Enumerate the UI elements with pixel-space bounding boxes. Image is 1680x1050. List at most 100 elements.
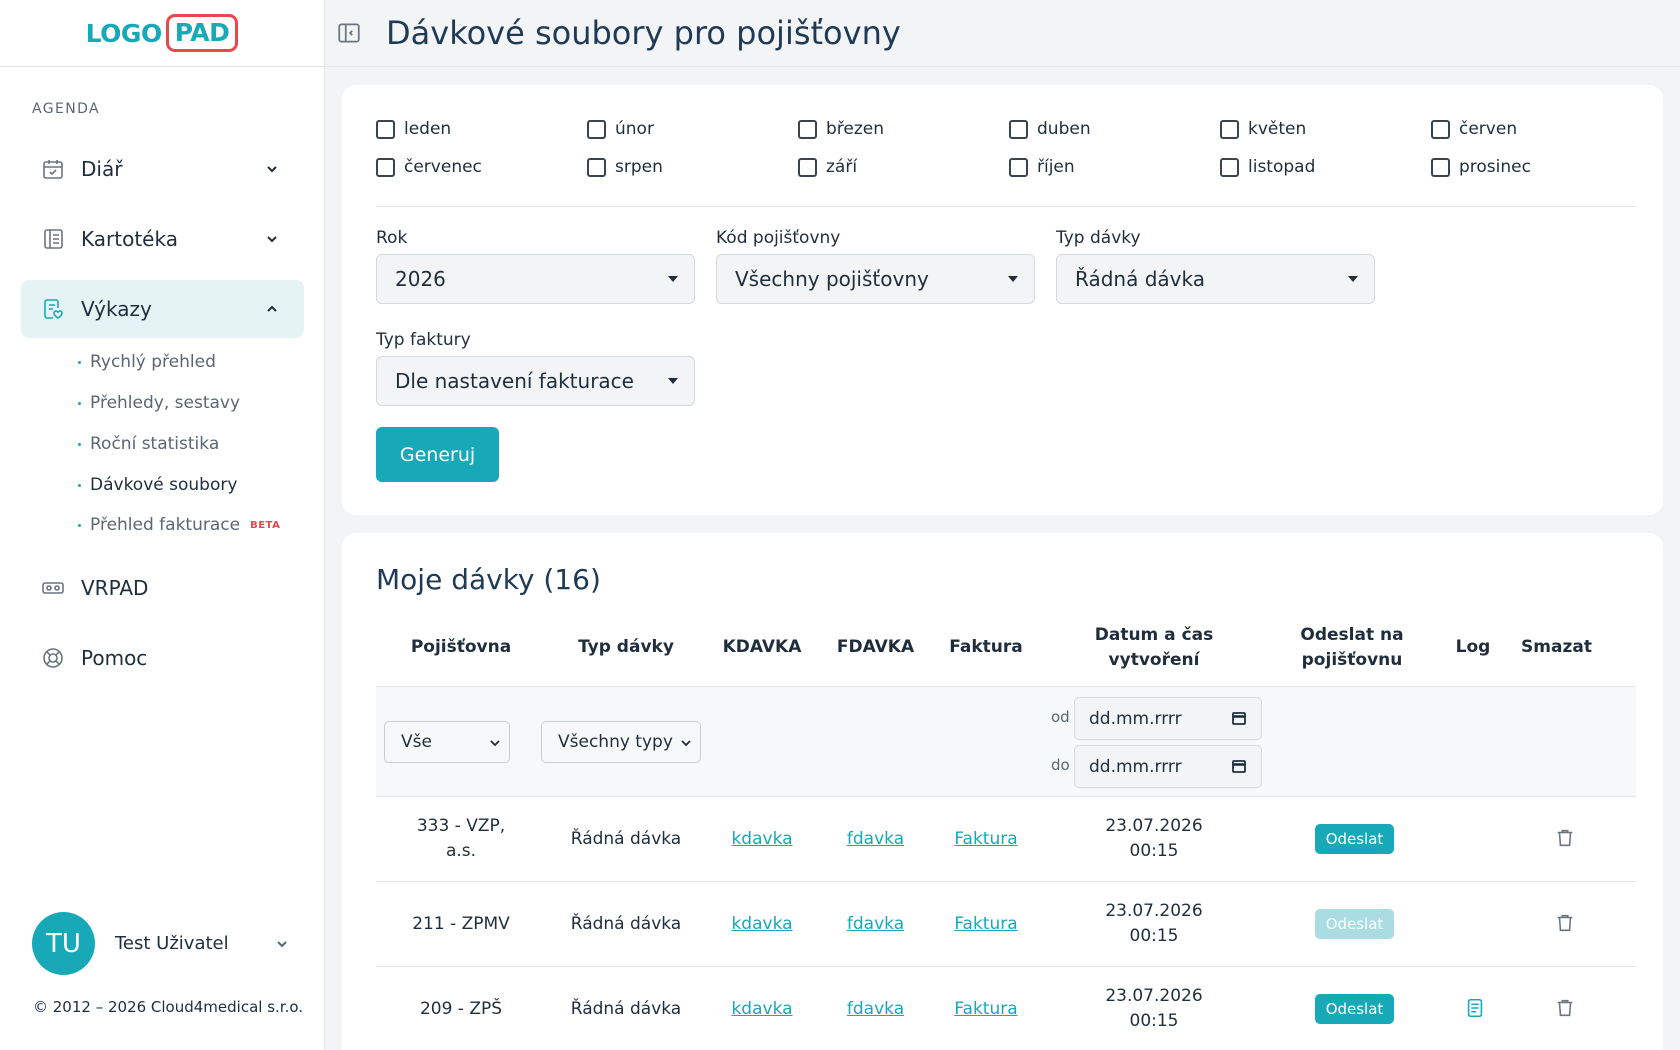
checkbox[interactable] <box>798 157 817 177</box>
month-label: červen <box>1459 119 1518 139</box>
sidebar-subitem-prehled-fakturace[interactable]: Přehled fakturace BETA <box>78 515 280 535</box>
invoice-type-select[interactable]: Dle nastavení fakturace <box>376 356 695 406</box>
checkbox[interactable] <box>1220 157 1239 177</box>
batch-type-select[interactable]: Řádná dávka <box>1056 254 1375 304</box>
caret-down-icon <box>1348 276 1358 282</box>
sidebar-subitem-rychly-prehled[interactable]: Rychlý přehled <box>78 352 216 372</box>
kdavka-link[interactable]: kdavka <box>731 914 792 934</box>
type-filter-select[interactable]: Všechny typy <box>541 721 701 763</box>
date-from-input[interactable]: dd.mm.rrrr <box>1074 697 1262 740</box>
checkbox[interactable] <box>1009 157 1028 177</box>
send-button[interactable]: Odeslat <box>1315 994 1394 1024</box>
user-menu[interactable]: TU Test Uživatel <box>32 912 292 975</box>
checkbox[interactable] <box>376 157 395 177</box>
month-checkbox-zari[interactable]: září <box>798 157 857 177</box>
sidebar-item-pomoc[interactable]: Pomoc <box>21 629 304 687</box>
month-checkbox-listopad[interactable]: listopad <box>1220 157 1315 177</box>
sidebar-item-vrpad[interactable]: VRPAD <box>21 559 304 617</box>
month-label: leden <box>404 119 452 139</box>
table-row: 333 - VZP, a.s. Řádná dávka kdavka fdavka… <box>376 797 1636 882</box>
month-checkboxes: leden únor březen duben květen červen če… <box>376 115 1636 207</box>
header: Dávkové soubory pro pojišťovny <box>325 0 1680 67</box>
column-header-created[interactable]: Datum a čas vytvoření <box>1039 623 1269 673</box>
month-label: květen <box>1248 119 1307 139</box>
month-checkbox-kveten[interactable]: květen <box>1220 119 1306 139</box>
calendar-icon[interactable] <box>1231 758 1247 774</box>
month-checkbox-brezen[interactable]: březen <box>798 119 884 139</box>
send-button[interactable]: Odeslat <box>1315 824 1394 854</box>
checkbox[interactable] <box>587 119 606 139</box>
month-checkbox-prosinec[interactable]: prosinec <box>1431 157 1531 177</box>
kdavka-link[interactable]: kdavka <box>731 999 792 1019</box>
invoice-cell: Faktura <box>933 827 1039 852</box>
created-cell: 23.07.2026 00:15 <box>1039 814 1269 864</box>
checkbox[interactable] <box>376 119 395 139</box>
checkbox[interactable] <box>587 157 606 177</box>
insurer-cell: 333 - VZP, a.s. <box>376 814 546 864</box>
logo-area: LOGO PAD <box>0 0 324 67</box>
month-checkbox-srpen[interactable]: srpen <box>587 157 663 177</box>
filter-value: Všechny typy <box>558 732 673 752</box>
logo[interactable]: LOGO PAD <box>86 14 239 52</box>
checkbox[interactable] <box>798 119 817 139</box>
sidebar-subitem-label: Přehled fakturace <box>90 515 241 535</box>
created-time: 00:15 <box>1129 1011 1179 1031</box>
invoice-link[interactable]: Faktura <box>954 999 1017 1019</box>
checkbox[interactable] <box>1220 119 1239 139</box>
column-header-insurer[interactable]: Pojišťovna <box>376 635 546 660</box>
month-checkbox-cervenec[interactable]: červenec <box>376 157 482 177</box>
month-checkbox-duben[interactable]: duben <box>1009 119 1091 139</box>
log-document-icon[interactable] <box>1464 997 1486 1019</box>
sidebar-subitem-label: Roční statistika <box>90 434 220 454</box>
trash-icon[interactable] <box>1554 997 1576 1019</box>
sidebar-item-kartoteka[interactable]: Kartotéka <box>21 210 304 268</box>
sidebar-item-diar[interactable]: Diář <box>21 140 304 198</box>
sidebar-subitem-prehledy-sestavy[interactable]: Přehledy, sestavy <box>78 393 240 413</box>
fdavka-link[interactable]: fdavka <box>847 829 904 849</box>
header-line: pojišťovnu <box>1301 650 1403 670</box>
date-to-input[interactable]: dd.mm.rrrr <box>1074 745 1262 788</box>
invoice-link[interactable]: Faktura <box>954 829 1017 849</box>
month-label: říjen <box>1037 157 1075 177</box>
year-value: 2026 <box>395 267 446 291</box>
checkbox[interactable] <box>1431 119 1450 139</box>
column-header-type[interactable]: Typ dávky <box>546 635 706 660</box>
calendar-icon[interactable] <box>1231 710 1247 726</box>
filter-value: Vše <box>401 732 432 752</box>
trash-icon[interactable] <box>1554 912 1576 934</box>
created-time: 00:15 <box>1129 841 1179 861</box>
sidebar-subitem-rocni-statistika[interactable]: Roční statistika <box>78 434 219 454</box>
sidebar-item-vykazy[interactable]: Výkazy <box>21 280 304 338</box>
sidebar-subitem-davkove-soubory[interactable]: Dávkové soubory <box>78 475 237 495</box>
filter-card: leden únor březen duben květen červen če… <box>342 85 1663 515</box>
invoice-link[interactable]: Faktura <box>954 914 1017 934</box>
generate-button[interactable]: Generuj <box>376 427 499 482</box>
insurer-select[interactable]: Všechny pojišťovny <box>716 254 1035 304</box>
send-button[interactable]: Odeslat <box>1315 909 1394 939</box>
invoice-cell: Faktura <box>933 912 1039 937</box>
checkbox[interactable] <box>1431 157 1450 177</box>
caret-down-icon <box>668 276 678 282</box>
report-icon <box>41 297 65 321</box>
insurer-value: Všechny pojišťovny <box>735 267 929 291</box>
chevron-down-icon <box>489 735 501 749</box>
header-line: Odeslat na <box>1300 625 1404 645</box>
month-checkbox-rijen[interactable]: říjen <box>1009 157 1075 177</box>
month-checkbox-cerven[interactable]: červen <box>1431 119 1517 139</box>
fdavka-link[interactable]: fdavka <box>847 914 904 934</box>
month-checkbox-leden[interactable]: leden <box>376 119 451 139</box>
collapse-sidebar-icon[interactable] <box>336 20 362 46</box>
avatar: TU <box>32 912 95 975</box>
month-label: prosinec <box>1459 157 1531 177</box>
kdavka-link[interactable]: kdavka <box>731 829 792 849</box>
checkbox[interactable] <box>1009 119 1028 139</box>
created-date: 23.07.2026 <box>1105 901 1203 921</box>
insurer-filter-select[interactable]: Vše <box>384 721 510 763</box>
trash-icon[interactable] <box>1554 827 1576 849</box>
caret-down-icon <box>668 378 678 384</box>
created-date: 23.07.2026 <box>1105 986 1203 1006</box>
month-checkbox-unor[interactable]: únor <box>587 119 654 139</box>
month-label: srpen <box>615 157 663 177</box>
fdavka-link[interactable]: fdavka <box>847 999 904 1019</box>
year-select[interactable]: 2026 <box>376 254 695 304</box>
